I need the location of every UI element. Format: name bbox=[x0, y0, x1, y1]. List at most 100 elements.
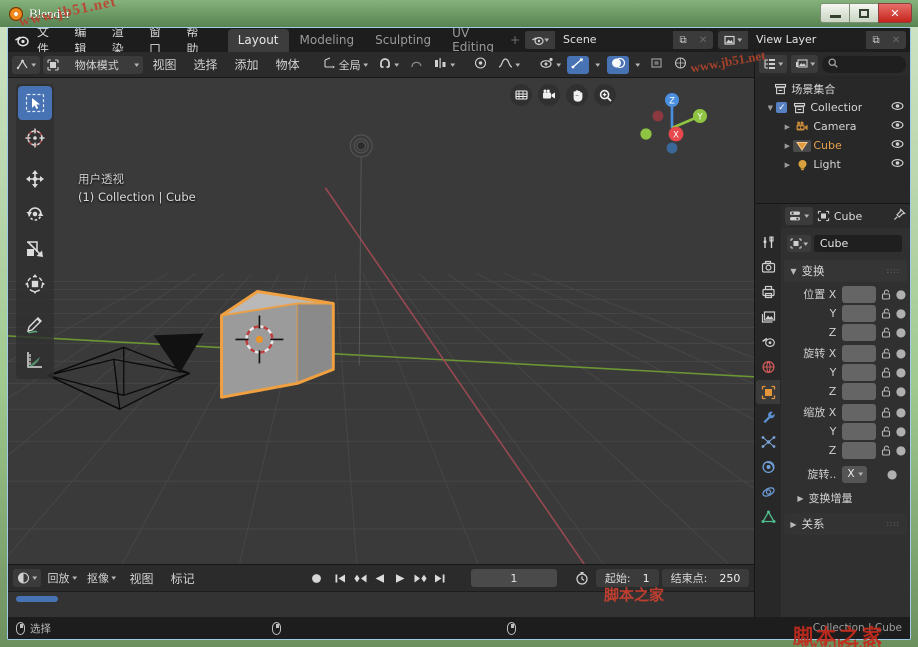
annotate-tool[interactable] bbox=[18, 308, 52, 342]
current-frame-field[interactable]: 1 bbox=[470, 569, 557, 587]
modifiers-tab[interactable] bbox=[756, 405, 780, 429]
eye-icon[interactable] bbox=[891, 139, 904, 152]
timeline-track[interactable] bbox=[8, 591, 755, 617]
blender-menu-icon[interactable] bbox=[13, 32, 29, 48]
data-tab[interactable] bbox=[756, 505, 780, 529]
rotation-z-value[interactable] bbox=[842, 382, 876, 400]
scale-x-value[interactable] bbox=[842, 403, 876, 421]
lock-open-icon[interactable] bbox=[879, 426, 892, 437]
record-icon[interactable] bbox=[305, 569, 329, 587]
location-y-row[interactable]: Y ● bbox=[781, 304, 907, 322]
scene-tab[interactable] bbox=[756, 330, 780, 354]
magnifier-plus-icon[interactable] bbox=[594, 84, 617, 106]
animate-dot-icon[interactable]: ● bbox=[895, 346, 907, 360]
lock-open-icon[interactable] bbox=[879, 308, 892, 319]
xray-toggle[interactable] bbox=[646, 56, 667, 74]
navigation-gizmo[interactable]: Z Y X bbox=[630, 86, 714, 170]
scene-icon[interactable]: ▾ bbox=[525, 31, 556, 49]
animate-dot-icon[interactable]: ● bbox=[895, 405, 907, 419]
object-tab[interactable] bbox=[756, 380, 781, 404]
lock-open-icon[interactable] bbox=[879, 407, 892, 418]
eye-icon[interactable] bbox=[891, 101, 904, 114]
3d-viewport[interactable]: 用户透视 (1) Collection | Cube Z Y X bbox=[8, 78, 755, 564]
scale-z-row[interactable]: Z ● bbox=[781, 441, 907, 459]
pin-icon[interactable] bbox=[893, 208, 906, 224]
rotation-y-row[interactable]: Y ● bbox=[781, 363, 907, 381]
animate-dot-icon[interactable]: ● bbox=[895, 325, 907, 339]
snap-target-dropdown[interactable]: ▾ bbox=[430, 56, 459, 74]
object-name-input[interactable]: Cube bbox=[813, 235, 902, 252]
move-tool[interactable] bbox=[18, 162, 52, 196]
object-visibility-dropdown[interactable]: ▾ bbox=[536, 56, 565, 74]
relations-panel-header[interactable]: ▶ 关系 :::: bbox=[784, 513, 907, 535]
outliner-filter-icon[interactable]: ▾ bbox=[790, 55, 819, 73]
transform-panel-header[interactable]: ▼ 变换 :::: bbox=[784, 260, 907, 282]
scene-selector[interactable]: ▾ Scene ⧉ ✕ bbox=[525, 31, 714, 49]
world-tab[interactable] bbox=[756, 355, 780, 379]
animate-dot-icon[interactable]: ● bbox=[895, 384, 907, 398]
pivot-point-dropdown[interactable] bbox=[470, 56, 491, 74]
object-datablock-icon[interactable]: ▾ bbox=[787, 235, 811, 252]
viewport-menu-object[interactable]: 物体 bbox=[269, 56, 307, 73]
tab-modeling[interactable]: Modeling bbox=[289, 28, 365, 52]
rotation-z-row[interactable]: Z ● bbox=[781, 382, 907, 400]
new-scene-button[interactable]: ⧉ bbox=[673, 31, 694, 49]
timeline-menu-playback[interactable]: 回放 ▾ bbox=[44, 569, 81, 587]
outliner-row-light[interactable]: ▶ Light bbox=[755, 155, 910, 174]
scale-y-value[interactable] bbox=[842, 422, 876, 440]
view-layer-icon[interactable]: ▾ bbox=[718, 31, 749, 49]
proportional-falloff-dropdown[interactable]: ▾ bbox=[494, 56, 524, 74]
grid-perspective-icon[interactable] bbox=[510, 84, 533, 106]
shading-solid-toggle[interactable] bbox=[670, 56, 691, 74]
properties-content[interactable]: ▾ Cube ▼ 变换 :::: 位置 X ● Y ● Z ● 旋转 X ● Y… bbox=[781, 228, 910, 617]
outliner-search-input[interactable] bbox=[822, 55, 906, 73]
scene-name[interactable]: Scene bbox=[555, 31, 674, 49]
play-button[interactable] bbox=[392, 569, 409, 587]
animate-dot-icon[interactable]: ● bbox=[895, 424, 907, 438]
new-view-layer-button[interactable]: ⧉ bbox=[866, 31, 887, 49]
disclosure-triangle-icon[interactable]: ▶ bbox=[781, 123, 793, 131]
collection-checkbox[interactable]: ✓ bbox=[776, 102, 788, 113]
gizmo-dropdown[interactable]: ▾ bbox=[592, 56, 604, 74]
rotate-tool[interactable] bbox=[18, 197, 52, 231]
render-tab[interactable] bbox=[756, 255, 780, 279]
animate-dot-icon[interactable]: ● bbox=[895, 365, 907, 379]
minimize-button[interactable] bbox=[820, 3, 849, 23]
lock-open-icon[interactable] bbox=[879, 327, 892, 338]
view-layer-name[interactable]: View Layer bbox=[748, 31, 867, 49]
timeline-menu-view[interactable]: 视图 bbox=[123, 570, 161, 587]
outliner-display-mode-icon[interactable]: ▾ bbox=[759, 55, 787, 73]
tab-layout[interactable]: Layout bbox=[227, 28, 289, 52]
lock-open-icon[interactable] bbox=[879, 348, 892, 359]
particles-tab[interactable] bbox=[756, 430, 780, 454]
physics-tab[interactable] bbox=[756, 455, 780, 479]
lock-open-icon[interactable] bbox=[879, 367, 892, 378]
object-mode-dropdown[interactable]: 物体模式 ▾ bbox=[42, 55, 143, 74]
scale-x-row[interactable]: 缩放 X ● bbox=[781, 403, 907, 421]
rotation-x-value[interactable] bbox=[842, 344, 876, 362]
location-y-value[interactable] bbox=[842, 304, 876, 322]
eye-icon[interactable] bbox=[891, 120, 904, 133]
overlays-dropdown[interactable]: ▾ bbox=[632, 56, 644, 74]
outliner-tree[interactable]: 场景集合 ▼ ✓ Collection ▶ Camera ▶ Cube ▶ Li… bbox=[755, 76, 910, 203]
close-button[interactable]: ✕ bbox=[878, 3, 912, 23]
gizmo-toggle[interactable] bbox=[567, 55, 590, 74]
stopwatch-icon[interactable] bbox=[571, 569, 593, 587]
transform-tool[interactable] bbox=[18, 267, 52, 301]
jump-to-start-button[interactable] bbox=[332, 569, 349, 587]
snap-toggle[interactable]: ▾ bbox=[374, 56, 403, 74]
end-frame-field[interactable]: 结束点: 250 bbox=[661, 569, 750, 587]
add-workspace-button[interactable]: + bbox=[505, 33, 525, 47]
location-z-value[interactable] bbox=[842, 323, 876, 341]
unlink-view-layer-button[interactable]: ✕ bbox=[886, 31, 907, 49]
lock-open-icon[interactable] bbox=[879, 386, 892, 397]
delta-transform-panel-header[interactable]: ▶ 变换增量 bbox=[781, 487, 910, 509]
tab-sculpting[interactable]: Sculpting bbox=[365, 28, 442, 52]
rotation-x-row[interactable]: 旋转 X ● bbox=[781, 344, 907, 362]
viewport-menu-select[interactable]: 选择 bbox=[187, 56, 225, 73]
editor-type-3dview-icon[interactable]: ▾ bbox=[12, 55, 40, 74]
outliner-row-cube[interactable]: ▶ Cube bbox=[755, 136, 910, 155]
transform-orientation-dropdown[interactable]: 全局 ▾ bbox=[319, 56, 372, 74]
animate-dot-icon[interactable]: ● bbox=[886, 467, 898, 481]
viewport-menu-view[interactable]: 视图 bbox=[146, 56, 184, 73]
